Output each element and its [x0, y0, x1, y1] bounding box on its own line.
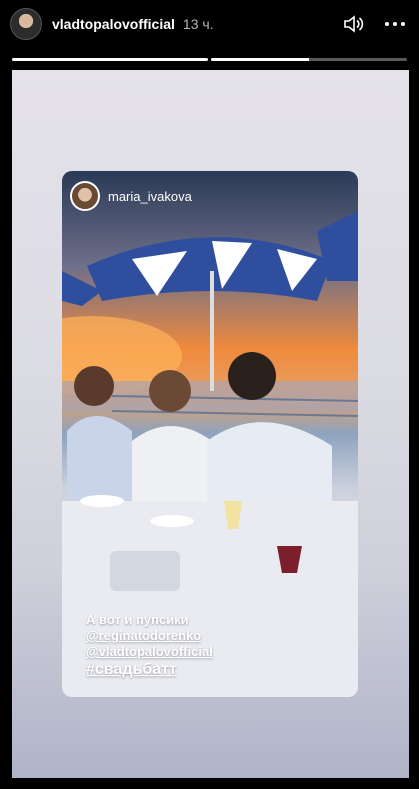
story-header: vladtopalovofficial 13 ч. — [10, 6, 409, 42]
progress-segment — [211, 58, 407, 61]
repost-avatar[interactable] — [70, 181, 100, 211]
username[interactable]: vladtopalovofficial — [52, 16, 175, 32]
progress-segment — [12, 58, 208, 61]
story-progress — [12, 58, 407, 61]
repost-username[interactable]: maria_ivakova — [108, 189, 192, 204]
hashtag-link[interactable]: #свадьбатт — [86, 662, 213, 678]
more-options-icon[interactable] — [381, 10, 409, 38]
mention-link[interactable]: @reginatodorenko — [86, 628, 213, 644]
story-caption: А вот и пупсики @reginatodorenko @vladto… — [86, 612, 213, 678]
caption-text: А вот и пупсики — [86, 612, 189, 627]
volume-icon[interactable] — [339, 10, 367, 38]
progress-fill — [12, 58, 208, 61]
avatar[interactable] — [10, 8, 42, 40]
post-time: 13 ч. — [182, 16, 214, 32]
mention-link[interactable]: @vladtopalovofficial — [86, 644, 213, 660]
progress-fill — [211, 58, 309, 61]
repost-author[interactable]: maria_ivakova — [70, 181, 192, 211]
